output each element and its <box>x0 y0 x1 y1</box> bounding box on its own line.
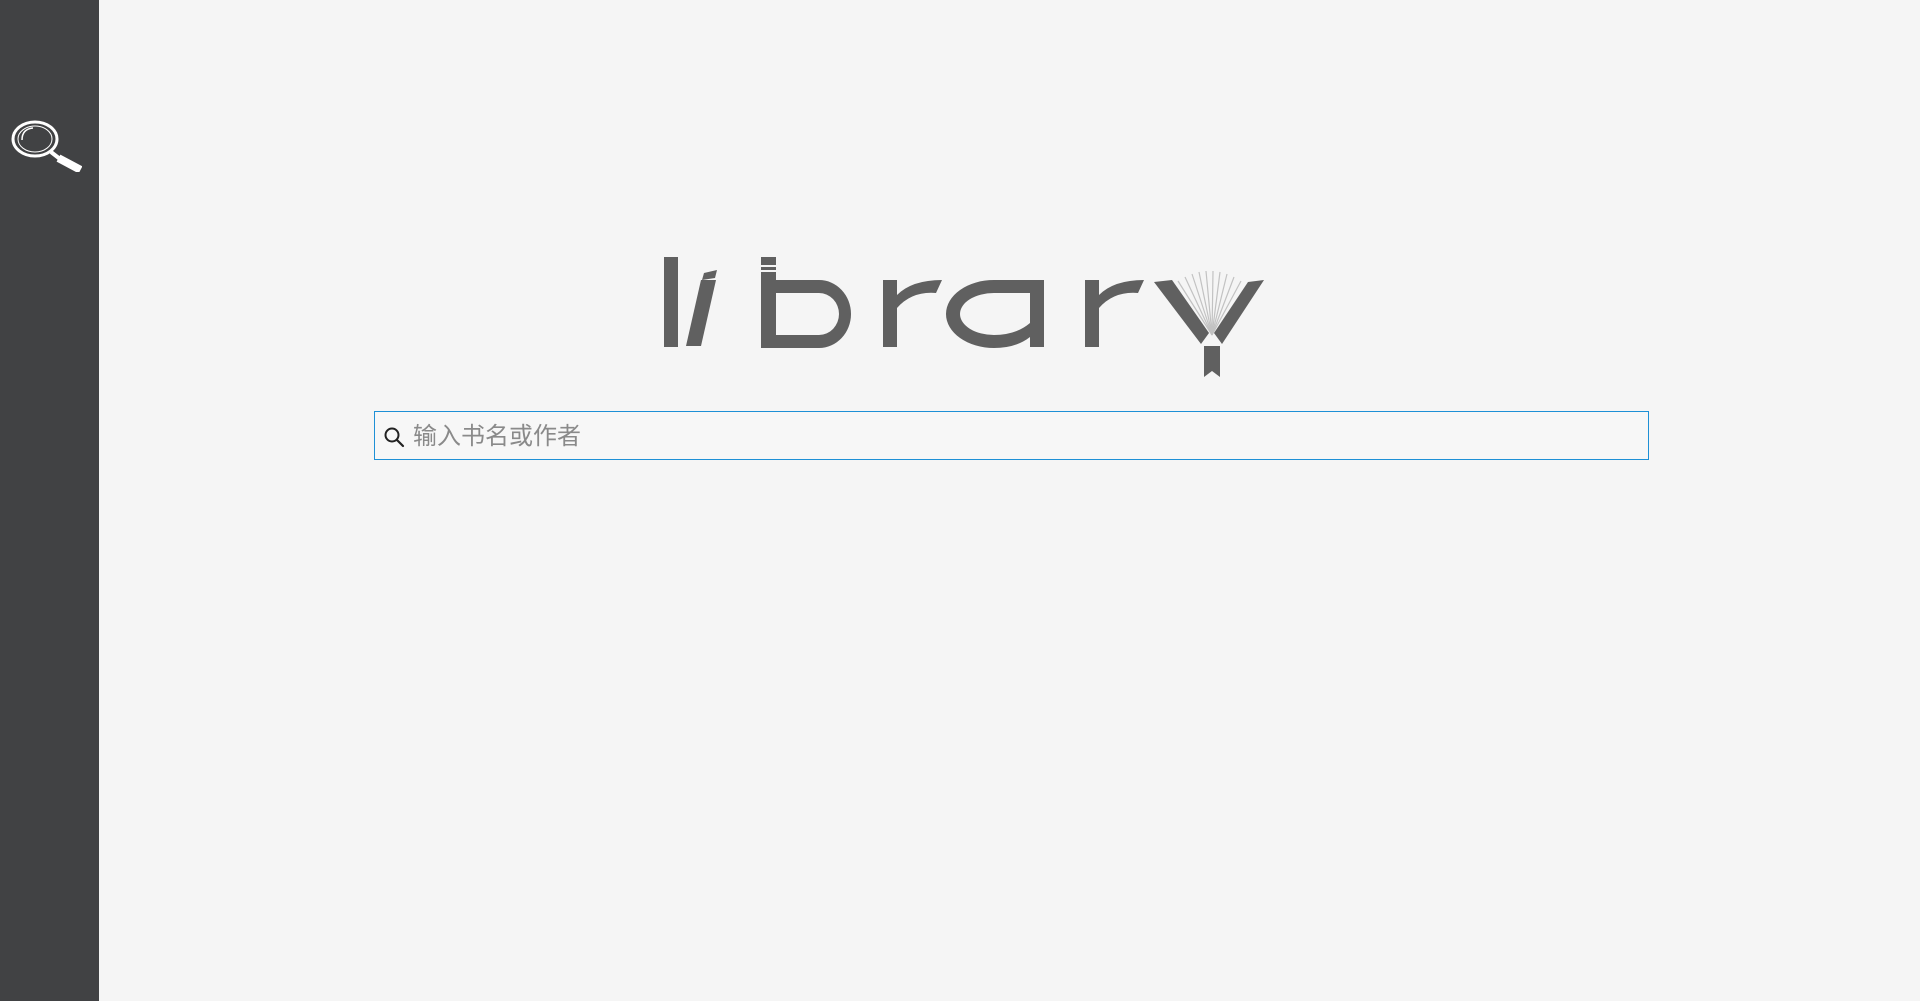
library-logo <box>664 257 1264 377</box>
sidebar-search-button[interactable] <box>8 116 83 174</box>
search-input[interactable] <box>411 412 1638 459</box>
search-icon <box>384 427 405 448</box>
sidebar <box>0 0 99 1001</box>
main-content <box>99 0 1920 1001</box>
magnifier-icon <box>11 120 83 174</box>
search-bar <box>374 411 1649 460</box>
